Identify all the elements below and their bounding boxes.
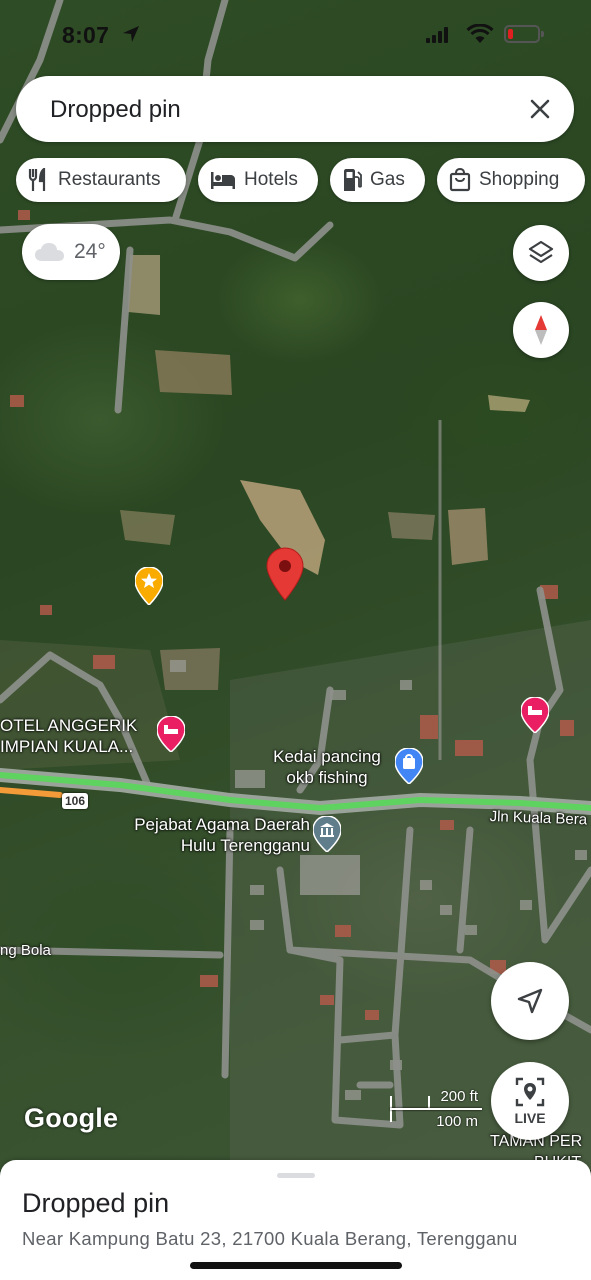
chip-gas-label: Gas (370, 169, 405, 190)
live-label: LIVE (514, 1109, 546, 1126)
office-label[interactable]: Pejabat Agama Daerah Hulu Terengganu (108, 814, 310, 856)
shop-label[interactable]: Kedai pancing okb fishing (264, 746, 390, 788)
home-indicator[interactable] (190, 1262, 402, 1269)
compass-icon (535, 315, 547, 345)
shop-label-line1: Kedai pancing (273, 747, 381, 766)
search-query[interactable]: Dropped pin (50, 96, 181, 124)
fork-knife-icon (28, 168, 46, 191)
office-label-line2: Hulu Terengganu (180, 836, 310, 855)
wifi-icon (466, 24, 494, 43)
close-icon[interactable] (520, 89, 560, 129)
compass-button[interactable] (513, 302, 569, 358)
place-title: Dropped pin (22, 1188, 170, 1218)
chip-hotels[interactable]: Hotels (198, 158, 318, 202)
cellular-signal-icon (426, 27, 448, 43)
chip-shopping-label: Shopping (479, 169, 560, 190)
gas-pump-icon (344, 169, 362, 191)
sheet-grabber[interactable] (277, 1173, 315, 1178)
scale-feet: 200 ft (440, 1088, 478, 1105)
status-bar: 8:07 (0, 0, 591, 70)
maps-screen: OTEL ANGGERIK IMPIAN KUALA... Kedai panc… (0, 0, 591, 1280)
dropped-pin-icon[interactable] (266, 547, 304, 601)
battery-icon (504, 25, 544, 43)
hotel-label-line2: IMPIAN KUALA... (0, 737, 134, 756)
road-label-jln-kuala-berang: Jln Kuala Bera (489, 807, 588, 829)
hotel-label-line1: OTEL ANGGERIK (0, 716, 138, 735)
shopping-bag-icon (449, 168, 471, 192)
hotel-pin-icon-2[interactable] (521, 697, 549, 733)
hotel-pin-icon[interactable] (157, 716, 185, 752)
bed-icon (211, 172, 235, 189)
my-location-button[interactable] (491, 962, 569, 1040)
google-logo: Google (24, 1103, 119, 1133)
place-address: Near Kampung Batu 23, 21700 Kuala Berang… (22, 1228, 518, 1249)
government-pin-icon[interactable] (313, 816, 341, 852)
layers-button[interactable] (513, 225, 569, 281)
shopping-pin-icon[interactable] (395, 748, 423, 784)
shop-label-line2: okb fishing (286, 768, 368, 787)
saved-place-star-icon[interactable] (135, 567, 163, 605)
location-arrow-icon (123, 26, 139, 42)
navigation-arrow-icon (517, 988, 543, 1014)
category-chips: Restaurants Hotels Gas Shopping (16, 158, 591, 204)
weather-temperature: 24° (74, 240, 106, 263)
chip-gas[interactable]: Gas (330, 158, 425, 202)
status-time: 8:07 (62, 22, 110, 48)
live-view-icon (515, 1077, 545, 1106)
route-shield-106: 106 (62, 793, 88, 809)
scale-meters: 100 m (436, 1113, 478, 1130)
hotel-label[interactable]: OTEL ANGGERIK IMPIAN KUALA... (0, 715, 137, 757)
road-label-bola: ng Bola (0, 942, 51, 959)
cloud-icon (35, 243, 64, 261)
chip-shopping[interactable]: Shopping (437, 158, 585, 202)
search-bar[interactable]: Dropped pin (16, 76, 574, 142)
live-view-button[interactable]: LIVE (491, 1062, 569, 1140)
map-scale: 200 ft 100 m (390, 1087, 482, 1133)
chip-restaurants[interactable]: Restaurants (16, 158, 186, 202)
office-label-line1: Pejabat Agama Daerah (134, 815, 310, 834)
layers-icon (528, 240, 554, 264)
chip-hotels-label: Hotels (244, 169, 298, 190)
weather-chip[interactable]: 24° (22, 224, 120, 280)
chip-restaurants-label: Restaurants (58, 169, 161, 190)
